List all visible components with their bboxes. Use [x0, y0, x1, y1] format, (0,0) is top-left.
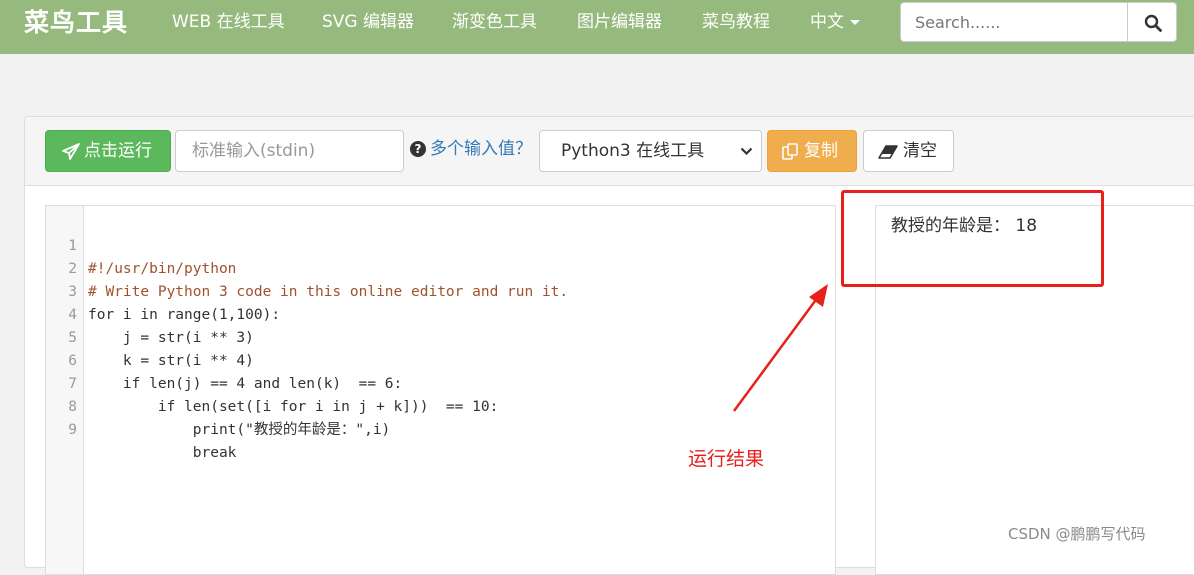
toolbar: 点击运行 ? 多个输入值？ Python3 在线工具 复制 清空 — [25, 117, 1194, 186]
code-line-3: 3 for i in range(1,100): — [46, 258, 280, 323]
code-text: if len(j) == 4 and len(k) == 6: — [88, 376, 403, 392]
nav-link-tutorial[interactable]: 菜鸟教程 — [702, 11, 770, 33]
multiple-inputs-help-link[interactable]: 多个输入值？ — [430, 138, 532, 160]
magnifier-icon — [1144, 14, 1162, 32]
nav-link-web-tools[interactable]: WEB 在线工具 — [172, 11, 285, 33]
copy-icon — [782, 143, 798, 160]
top-navbar: 菜鸟工具 WEB 在线工具 SVG 编辑器 渐变色工具 图片编辑器 菜鸟教程 中… — [0, 0, 1194, 54]
language-select-value: Python3 在线工具 — [561, 141, 705, 161]
code-text: print("教授的年龄是：",i) — [88, 422, 391, 438]
code-line-2: 2 # Write Python 3 code in this online e… — [46, 235, 568, 300]
code-editor[interactable]: 1 #!/usr/bin/python 2 # Write Python 3 c… — [45, 205, 836, 575]
nav-link-svg-editor[interactable]: SVG 编辑器 — [322, 11, 414, 33]
caret-down-icon — [850, 19, 860, 25]
code-line-8: 8 print("教授的年龄是：",i) — [46, 373, 390, 438]
language-dropdown-label: 中文 — [810, 12, 844, 32]
code-text: j = str(i ** 3) — [88, 330, 254, 346]
eraser-icon — [878, 145, 898, 159]
result-highlight-box — [841, 190, 1104, 287]
copy-button-label: 复制 — [804, 141, 838, 161]
code-line-7: 7 if len(set([i for i in j + k])) == 10: — [46, 350, 498, 415]
code-line-9: 9 break — [46, 396, 236, 461]
code-text: for i in range(1,100): — [88, 307, 281, 323]
code-line-4: 4 j = str(i ** 3) — [46, 281, 254, 346]
nav-link-gradient-tool[interactable]: 渐变色工具 — [452, 11, 537, 33]
language-select[interactable]: Python3 在线工具 — [539, 130, 762, 172]
code-line-1: 1 #!/usr/bin/python — [46, 212, 236, 277]
search-input[interactable] — [900, 2, 1128, 42]
copy-button[interactable]: 复制 — [767, 130, 857, 172]
code-text: #!/usr/bin/python — [88, 261, 237, 277]
stdin-input[interactable] — [175, 130, 404, 172]
watermark: CSDN @鹏鹏写代码 — [1008, 525, 1146, 543]
runner-panel: 点击运行 ? 多个输入值？ Python3 在线工具 复制 清空 — [24, 116, 1194, 575]
code-text: k = str(i ** 4) — [88, 353, 254, 369]
code-line-5: 5 k = str(i ** 4) — [46, 304, 254, 369]
annotation-label: 运行结果 — [688, 448, 765, 470]
site-logo[interactable]: 菜鸟工具 — [24, 5, 128, 41]
code-text: if len(set([i for i in j + k])) == 10: — [88, 399, 499, 415]
search-button[interactable] — [1127, 2, 1177, 42]
nav-link-image-editor[interactable]: 图片编辑器 — [577, 11, 662, 33]
language-dropdown[interactable]: 中文 — [810, 11, 860, 33]
run-button[interactable]: 点击运行 — [45, 130, 171, 172]
line-number: 9 — [68, 422, 77, 438]
chevron-down-icon — [740, 147, 753, 156]
question-circle-icon: ? — [410, 141, 426, 157]
code-text: break — [88, 445, 237, 461]
code-line-6: 6 if len(j) == 4 and len(k) == 6: — [46, 327, 402, 392]
paper-plane-icon — [62, 143, 80, 160]
clear-button[interactable]: 清空 — [863, 130, 954, 172]
clear-button-label: 清空 — [903, 141, 937, 161]
run-button-label: 点击运行 — [84, 141, 152, 161]
code-text: # Write Python 3 code in this online edi… — [88, 284, 569, 300]
